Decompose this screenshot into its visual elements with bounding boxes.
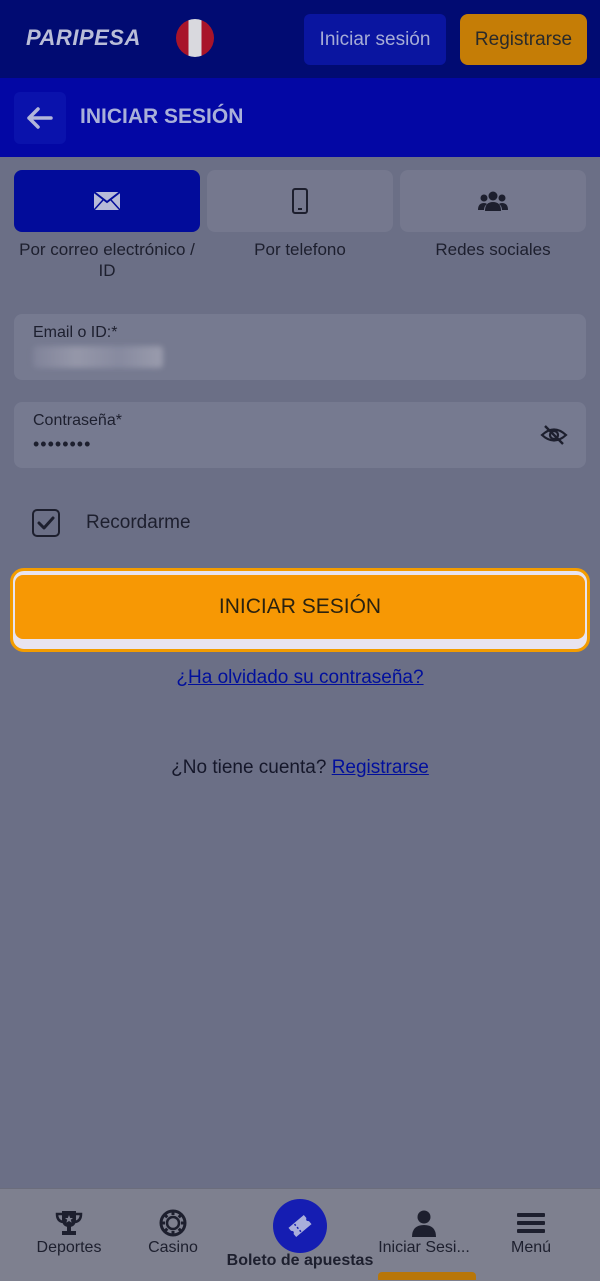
- menu-icon: [517, 1213, 545, 1233]
- login-top-button[interactable]: Iniciar sesión: [304, 14, 446, 65]
- page-header: INICIAR SESIÓN: [0, 78, 600, 157]
- nav-label-casino: Casino: [148, 1239, 198, 1256]
- nav-item-deportes[interactable]: Deportes: [14, 1189, 124, 1281]
- logo[interactable]: PARIPESA: [26, 25, 141, 51]
- trophy-icon: [55, 1211, 83, 1235]
- nav-item-login[interactable]: Iniciar Sesi...: [372, 1189, 476, 1281]
- tab-email-label: Por correo electrónico / ID: [19, 240, 195, 280]
- users-icon: [478, 191, 508, 211]
- register-top-button[interactable]: Registrarse: [460, 14, 587, 65]
- eye-slash-icon[interactable]: [540, 424, 568, 446]
- nav-label-deportes: Deportes: [36, 1239, 102, 1256]
- top-bar: PARIPESA Iniciar sesión Registrarse: [0, 0, 600, 78]
- password-field[interactable]: Contraseña* ••••••••: [14, 402, 586, 468]
- submit-login-button-wrapper: INICIAR SESIÓN: [10, 568, 590, 652]
- envelope-icon: [93, 191, 121, 211]
- tab-social-label: Redes sociales: [435, 240, 551, 259]
- bet-slip-button[interactable]: [273, 1199, 327, 1253]
- check-icon: [37, 516, 55, 530]
- nav-item-menu[interactable]: Menú: [486, 1189, 576, 1281]
- nav-item-casino[interactable]: Casino: [128, 1189, 218, 1281]
- email-field[interactable]: Email o ID:*: [14, 314, 586, 380]
- email-value-redacted: [33, 346, 163, 368]
- nav-label-login: Iniciar Sesi...: [378, 1239, 470, 1256]
- user-icon: [412, 1210, 436, 1237]
- forgot-password-link[interactable]: ¿Ha olvidado su contraseña?: [0, 667, 600, 689]
- nav-label-menu: Menú: [510, 1239, 552, 1256]
- password-value: ••••••••: [33, 434, 92, 454]
- ticket-icon: [288, 1214, 312, 1238]
- register-link[interactable]: Registrarse: [332, 757, 429, 778]
- chip-icon: [159, 1209, 187, 1237]
- country-flag-icon[interactable]: [176, 19, 214, 57]
- active-nav-indicator: [378, 1272, 476, 1280]
- arrow-left-icon: [27, 107, 53, 129]
- submit-login-button[interactable]: INICIAR SESIÓN: [15, 575, 585, 639]
- remember-label[interactable]: Recordarme: [86, 512, 191, 534]
- tab-social[interactable]: [400, 170, 586, 232]
- no-account-text: ¿No tiene cuenta?: [171, 757, 327, 778]
- tab-email[interactable]: [14, 170, 200, 232]
- forgot-password-text[interactable]: ¿Ha olvidado su contraseña?: [176, 667, 423, 688]
- page-title: INICIAR SESIÓN: [80, 105, 244, 128]
- back-button[interactable]: [14, 92, 66, 144]
- remember-checkbox[interactable]: [32, 509, 60, 537]
- bet-slip-label[interactable]: Boleto de apuestas: [222, 1252, 378, 1270]
- tab-phone-label: Por telefono: [254, 240, 346, 259]
- phone-icon: [292, 188, 308, 214]
- email-field-label: Email o ID:*: [33, 324, 118, 341]
- password-field-label: Contraseña*: [33, 412, 122, 429]
- no-account-row: ¿No tiene cuenta? Registrarse: [0, 757, 600, 779]
- tab-phone[interactable]: [207, 170, 393, 232]
